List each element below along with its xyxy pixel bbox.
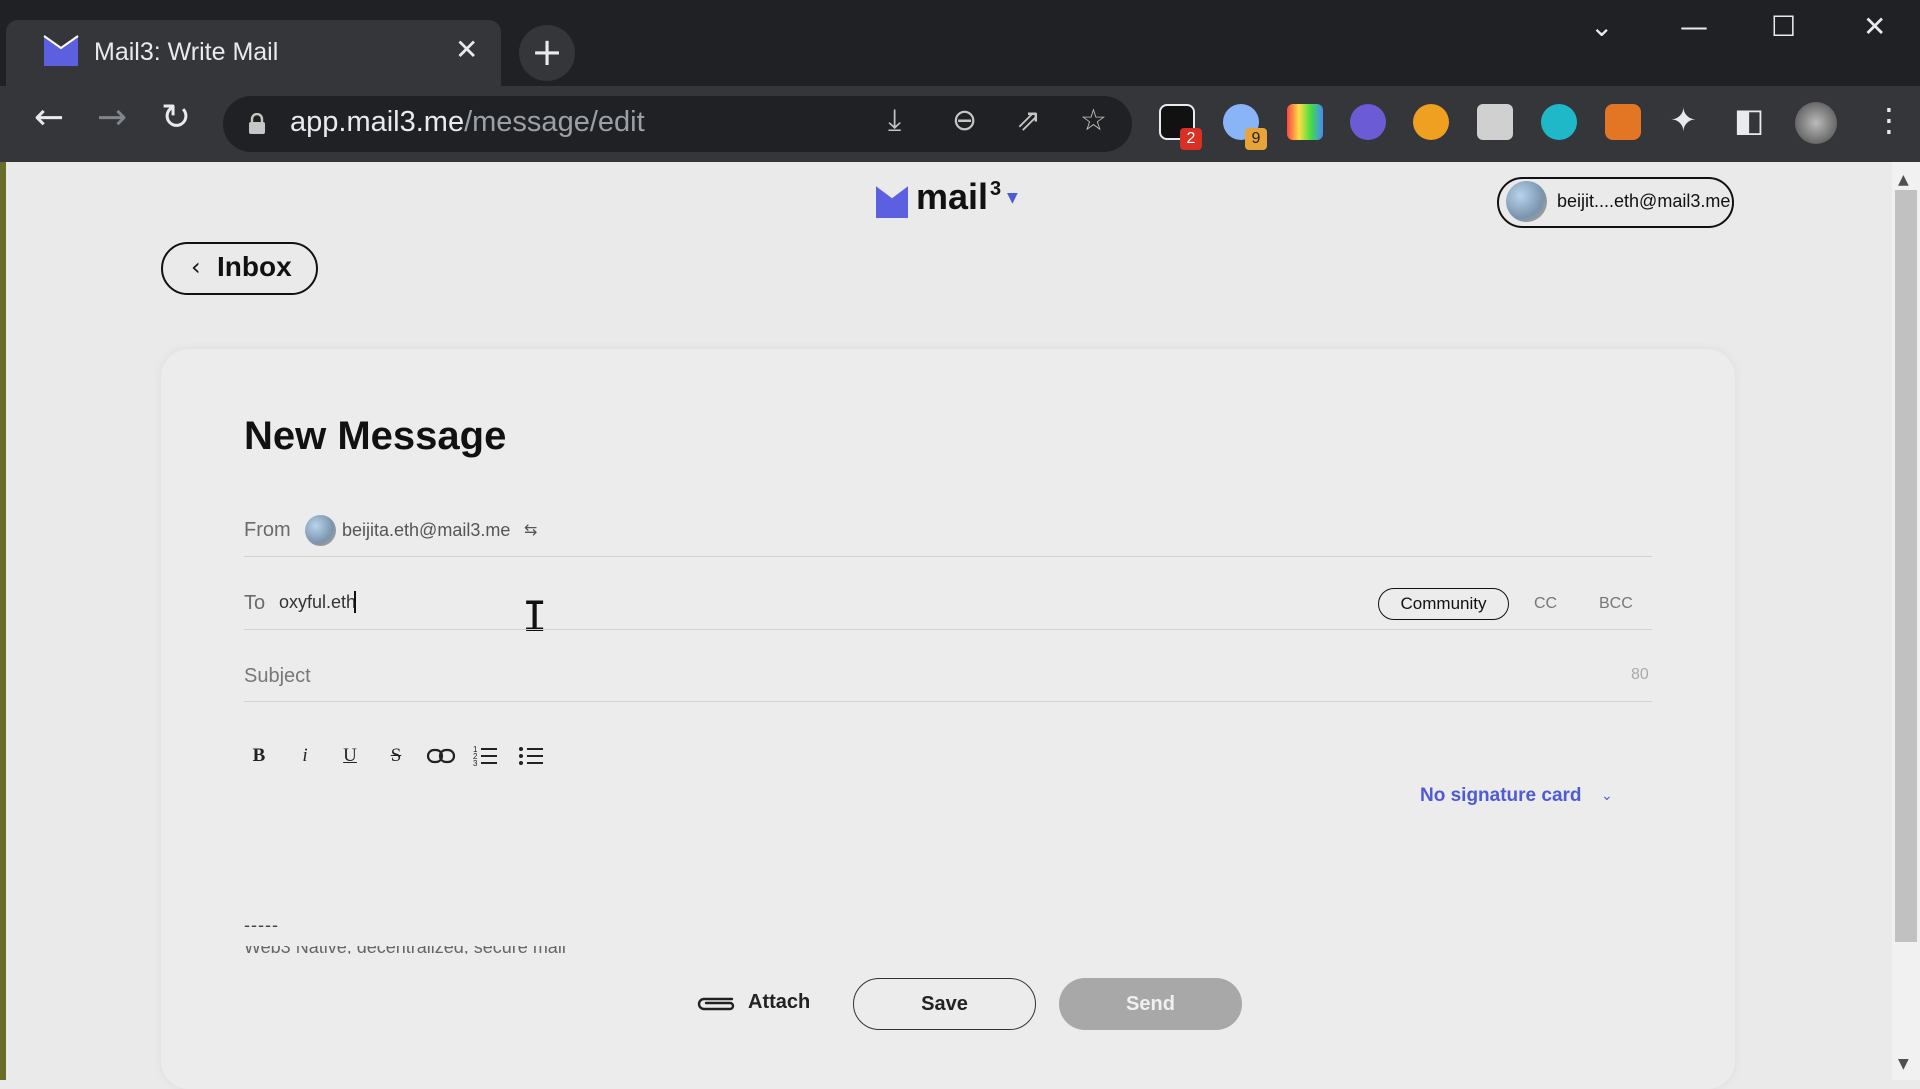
url-text[interactable]: app.mail3.me/message/edit [290, 106, 645, 139]
subject-char-count: 80 [1631, 666, 1649, 683]
to-divider [244, 629, 1652, 630]
mail3-logo-icon[interactable] [875, 183, 909, 219]
tab-close-icon[interactable]: ✕ [455, 36, 478, 64]
tab-title: Mail3: Write Mail [94, 38, 279, 66]
from-label: From [244, 519, 291, 541]
extension-2-badge: 9 [1245, 128, 1267, 150]
bold-icon[interactable]: B [244, 741, 274, 771]
send-button[interactable]: Send [1059, 978, 1242, 1030]
link-icon[interactable] [426, 747, 456, 765]
italic-icon[interactable]: i [290, 741, 320, 771]
forward-arrow-icon[interactable]: → [97, 100, 127, 136]
attach-button[interactable]: Attach [748, 991, 810, 1014]
extension-7-icon[interactable] [1541, 104, 1577, 140]
metamask-fox-icon[interactable] [1605, 104, 1641, 140]
subject-input[interactable] [244, 660, 1584, 692]
to-input[interactable]: oxyful.eth [279, 592, 356, 613]
underline-icon[interactable]: U [335, 741, 365, 771]
from-divider [244, 556, 1652, 557]
strikethrough-icon[interactable]: S [381, 741, 411, 771]
paperclip-icon[interactable] [694, 990, 736, 1014]
body-divider: ----- [244, 915, 279, 935]
logo-text[interactable]: mail [916, 176, 988, 218]
profile-avatar[interactable] [1795, 102, 1837, 144]
scroll-up-icon[interactable]: ▲ [1898, 172, 1909, 188]
menu-kebab-icon[interactable]: ⋮ [1873, 104, 1905, 136]
extensions-puzzle-icon[interactable]: ✦ [1670, 104, 1697, 136]
from-address: beijita.eth@mail3.me [342, 520, 511, 540]
inbox-label: Inbox [217, 251, 292, 282]
side-panel-icon[interactable]: ◧ [1734, 104, 1764, 136]
extension-4-icon[interactable] [1350, 104, 1386, 140]
zoom-out-icon[interactable]: ⊖ [952, 106, 977, 136]
close-window-icon[interactable]: ✕ [1863, 10, 1886, 43]
mail3-favicon-icon [43, 35, 79, 66]
bcc-button[interactable]: BCC [1599, 595, 1633, 613]
back-arrow-icon[interactable]: ← [34, 100, 64, 136]
subject-divider [244, 701, 1652, 702]
swap-sender-icon[interactable]: ⇆ [524, 520, 537, 539]
url-host: app.mail3.me [290, 106, 465, 138]
avatar [1506, 181, 1547, 222]
page-title: New Message [244, 414, 507, 458]
extension-3-icon[interactable] [1287, 104, 1323, 140]
maximize-icon[interactable]: ☐ [1771, 10, 1796, 43]
svg-text:3: 3 [473, 759, 478, 768]
tab-search-icon[interactable]: ⌄ [1590, 10, 1613, 43]
extension-1-badge: 2 [1180, 128, 1202, 150]
reload-icon[interactable]: ↻ [161, 100, 191, 136]
extension-5-icon[interactable] [1413, 104, 1449, 140]
logo-dropdown-icon[interactable]: ▼ [1007, 190, 1018, 206]
install-app-icon[interactable]: ⤓ [888, 106, 901, 136]
save-button[interactable]: Save [853, 978, 1036, 1030]
body-text: Web3 Native, decentralized, secure mail [244, 946, 604, 954]
bullet-list-icon[interactable] [518, 744, 544, 768]
text-cursor-icon: I [522, 592, 548, 641]
community-button[interactable]: Community [1378, 588, 1509, 620]
to-label: To [244, 592, 266, 614]
signature-dropdown[interactable]: No signature card [1420, 785, 1582, 807]
scrollbar-thumb[interactable] [1895, 190, 1917, 942]
text-caret [354, 591, 356, 613]
chevron-left-icon: ‹ [191, 253, 201, 281]
body-text-clipped[interactable]: Web3 Native, decentralized, secure mail [244, 946, 604, 954]
logo-superscript: 3 [990, 178, 1002, 200]
cc-button[interactable]: CC [1534, 595, 1557, 613]
chevron-down-icon[interactable]: ⌄ [1601, 788, 1613, 804]
share-icon[interactable]: ⇗ [1016, 106, 1041, 136]
bookmark-star-icon[interactable]: ☆ [1080, 106, 1107, 136]
extension-6-icon[interactable] [1477, 104, 1513, 140]
new-tab-button[interactable]: + [519, 25, 575, 81]
from-avatar [305, 515, 336, 546]
lock-icon [249, 113, 265, 134]
url-path: /message/edit [464, 106, 645, 138]
ordered-list-icon[interactable]: 1 2 3 [472, 744, 498, 768]
account-address: beijit....eth@mail3.me [1557, 191, 1731, 211]
minimize-icon[interactable]: — [1680, 10, 1708, 43]
scroll-down-icon[interactable]: ▼ [1898, 1056, 1909, 1072]
